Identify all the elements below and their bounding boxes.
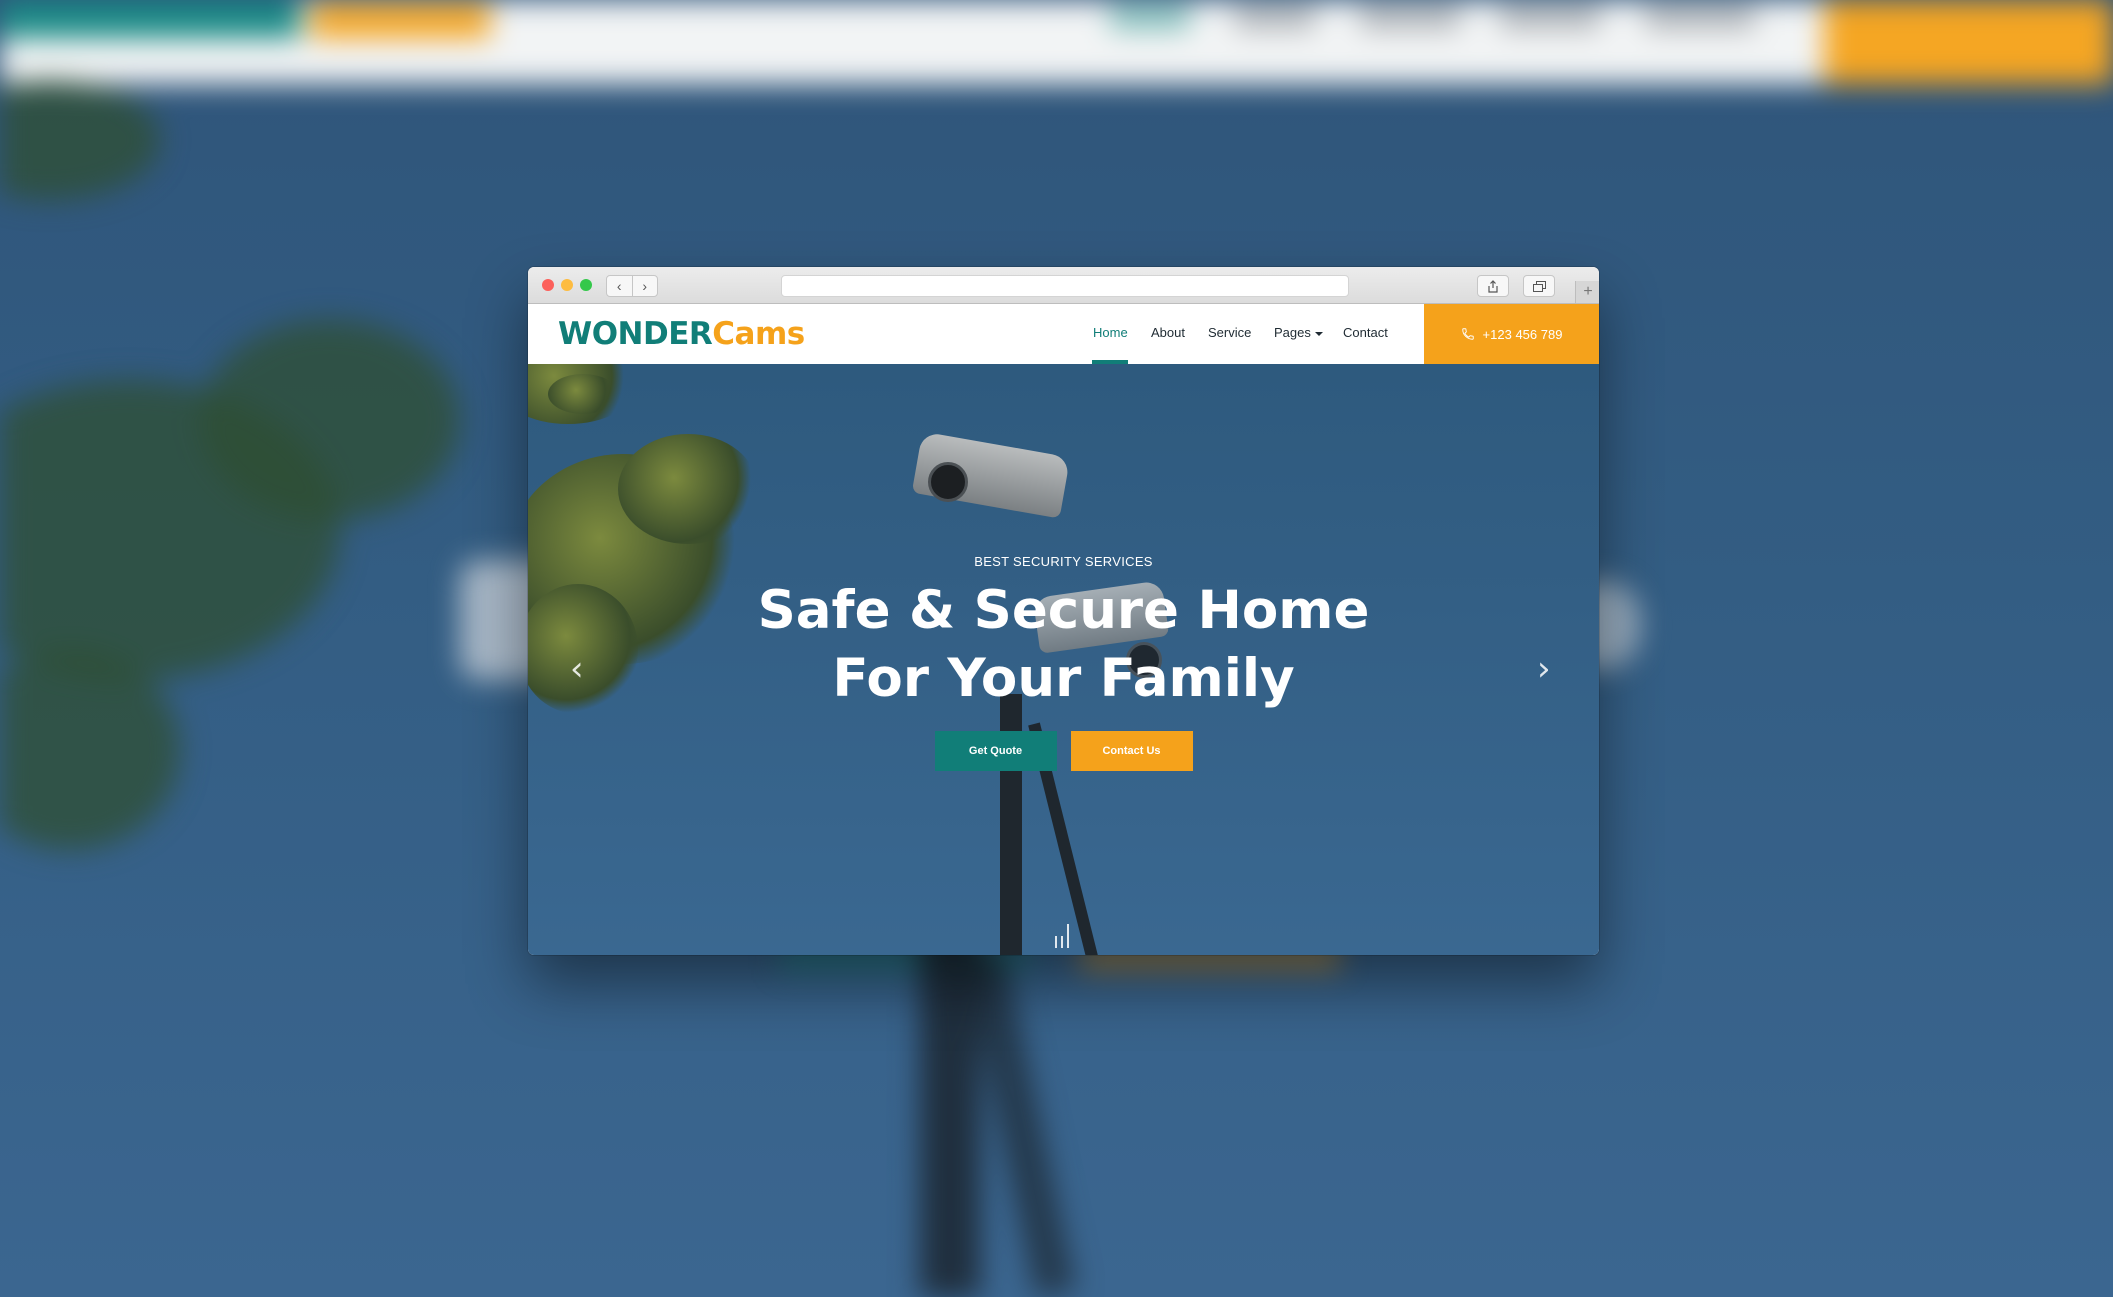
phone-button[interactable]: +123 456 789 [1424,304,1599,364]
carousel-indicator-icon[interactable] [1055,924,1069,948]
address-bar[interactable] [781,275,1349,297]
carousel-next-icon[interactable]: › [1537,652,1551,686]
bg-logo-shape-accent [310,4,490,38]
minimize-window-button[interactable] [561,279,573,291]
bg-phone-shape [1824,0,2113,84]
bg-nav-shape [1500,4,1600,30]
forward-icon[interactable]: › [631,276,658,296]
browser-window: ‹ › + WONDERCams Home About Service Page… [528,267,1599,955]
phone-icon [1461,328,1474,340]
chevron-down-icon [1314,331,1323,336]
bg-foliage [0,650,180,850]
hero-buttons: Get Quote Contact Us [528,731,1599,771]
carousel-prev-icon[interactable]: ‹ [570,652,584,686]
indicator-bar [1055,936,1057,948]
tabs-button[interactable] [1523,275,1555,297]
site-logo[interactable]: WONDERCams [558,316,805,352]
bg-pole [964,949,1076,1297]
logo-text-accent: Cams [712,316,805,352]
hero-title-line2: For Your Family [832,648,1295,709]
nav-pages-label: Pages [1274,325,1311,340]
phone-number: +123 456 789 [1482,326,1563,342]
share-icon [1488,279,1498,293]
tree-foliage [618,434,758,544]
bg-foliage [0,80,160,200]
share-button[interactable] [1477,275,1509,297]
indicator-bar [1061,936,1063,948]
browser-titlebar: ‹ › + [528,267,1599,304]
bg-logo-shape [0,0,300,38]
hero-slider: BEST SECURITY SERVICES Safe & Secure Hom… [528,364,1599,955]
site-header: WONDERCams Home About Service Pages Cont… [528,304,1599,364]
contact-us-button[interactable]: Contact Us [1070,731,1193,771]
indicator-bar-active [1067,924,1069,948]
history-buttons: ‹ › [606,275,658,297]
get-quote-button[interactable]: Get Quote [934,731,1057,771]
bg-foliage [200,320,460,520]
tabs-icon [1532,280,1546,292]
hero-content: BEST SECURITY SERVICES Safe & Secure Hom… [528,554,1599,771]
nav-contact[interactable]: Contact [1343,325,1388,340]
close-window-button[interactable] [542,279,554,291]
bg-nav-shape [1360,4,1460,30]
back-icon[interactable]: ‹ [607,276,632,296]
new-tab-icon[interactable]: + [1575,281,1599,303]
nav-pages[interactable]: Pages [1274,325,1323,340]
nav-home[interactable]: Home [1093,325,1128,340]
bg-nav-shape [1645,4,1755,30]
logo-text-primary: WONDER [558,316,713,352]
nav-about[interactable]: About [1151,325,1185,340]
bg-nav-shape [1235,4,1315,30]
hero-eyebrow: BEST SECURITY SERVICES [974,554,1153,569]
zoom-window-button[interactable] [580,279,592,291]
nav-service[interactable]: Service [1208,325,1251,340]
hero-title-line1: Safe & Secure Home [757,580,1370,641]
camera-lens [928,462,968,502]
bg-nav-shape [1110,4,1190,30]
hero-title: Safe & Secure Home For Your Family [528,577,1599,713]
tree-foliage [548,374,618,414]
